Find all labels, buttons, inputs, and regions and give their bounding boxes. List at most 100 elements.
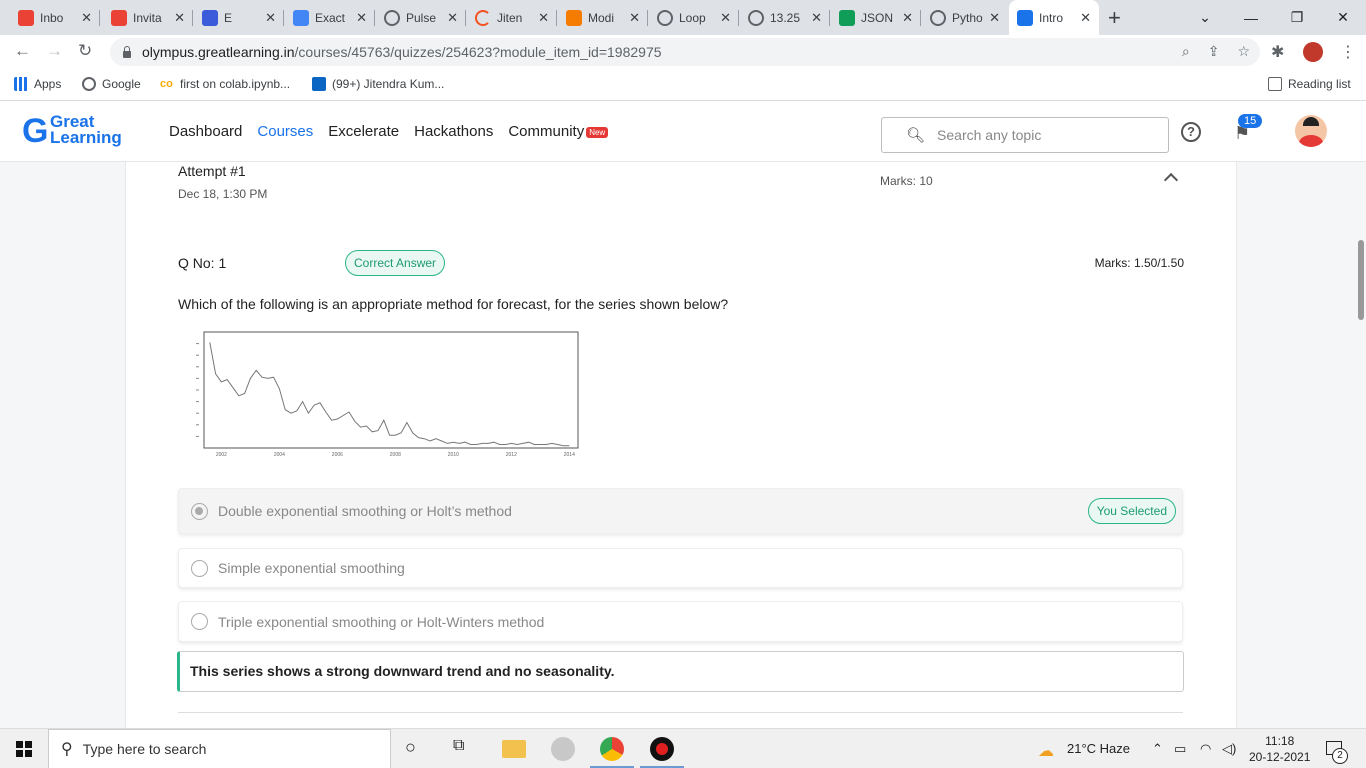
address-bar[interactable]: olympus.greatlearning.in/courses/45763/q… xyxy=(110,38,1260,66)
tab-close-icon[interactable]: ✕ xyxy=(81,10,92,26)
profile-avatar-mini[interactable] xyxy=(1303,42,1323,62)
browser-tab[interactable]: Invita ✕ xyxy=(103,0,193,35)
tab-title: Loop xyxy=(679,10,706,25)
task-view-icon[interactable]: ⧉ xyxy=(453,737,477,761)
browser-tab[interactable]: Intro ✕ xyxy=(1009,0,1099,35)
tab-title: Jiten xyxy=(497,10,523,25)
nav-community[interactable]: Community New xyxy=(508,123,609,140)
new-tab-button[interactable]: + xyxy=(1108,5,1121,31)
tab-close-icon[interactable]: ✕ xyxy=(538,10,549,26)
battery-icon[interactable]: ▭ xyxy=(1174,741,1186,757)
bookmark-star-icon[interactable]: ☆ xyxy=(1237,43,1250,60)
browser-tab[interactable]: E ✕ xyxy=(194,0,284,35)
reading-list-icon xyxy=(1268,77,1282,91)
tab-close-icon[interactable]: ✕ xyxy=(174,10,185,26)
bookmark-linkedin[interactable]: (99+) Jitendra Kum... xyxy=(312,77,444,91)
hp-icon[interactable] xyxy=(551,737,575,761)
spinner-icon xyxy=(475,9,491,26)
globe-icon xyxy=(930,9,946,26)
system-clock[interactable]: 11:18 20-12-2021 xyxy=(1249,733,1310,765)
gmail-icon xyxy=(111,9,127,26)
tab-close-icon[interactable]: ✕ xyxy=(811,10,822,26)
radio-icon[interactable] xyxy=(191,613,208,630)
tab-separator xyxy=(738,10,739,26)
site-header: G Great Learning Dashboard Courses Excel… xyxy=(0,102,1366,162)
weather-text[interactable]: 21°C Haze xyxy=(1067,741,1130,756)
browser-tab[interactable]: 13.25 ✕ xyxy=(740,0,830,35)
close-window-button[interactable]: ✕ xyxy=(1320,0,1366,35)
bookmark-colab[interactable]: co first on colab.ipynb... xyxy=(160,77,290,91)
back-arrow-icon[interactable]: ← xyxy=(14,41,31,61)
cortana-icon[interactable]: ○ xyxy=(405,737,429,761)
tab-close-icon[interactable]: ✕ xyxy=(902,10,913,26)
tab-close-icon[interactable]: ✕ xyxy=(356,10,367,26)
new-badge: New xyxy=(586,126,609,138)
wifi-icon[interactable]: ◠ xyxy=(1200,741,1211,757)
great-learning-logo[interactable]: G Great Learning xyxy=(22,112,132,152)
option-3[interactable]: Triple exponential smoothing or Holt-Win… xyxy=(178,601,1183,642)
browser-tab[interactable]: Inbo ✕ xyxy=(10,0,100,35)
browser-tab[interactable]: Loop ✕ xyxy=(649,0,739,35)
tab-separator xyxy=(283,10,284,26)
nav-hackathons[interactable]: Hackathons xyxy=(414,123,493,140)
chrome-menu-icon[interactable]: ⋮ xyxy=(1340,42,1356,62)
topic-search-input[interactable]: 🔍︎ Search any topic xyxy=(881,117,1169,153)
browser-tab[interactable]: Jiten ✕ xyxy=(467,0,557,35)
notification-count: 2 xyxy=(1332,748,1348,764)
option-1[interactable]: Double exponential smoothing or Holt’s m… xyxy=(178,488,1183,534)
bookmark-apps[interactable]: Apps xyxy=(14,77,61,91)
volume-icon[interactable]: ◁) xyxy=(1222,741,1236,757)
globe-icon xyxy=(657,9,673,26)
browser-tab[interactable]: JSON ✕ xyxy=(831,0,921,35)
tab-close-icon[interactable]: ✕ xyxy=(629,10,640,26)
recorder-icon[interactable] xyxy=(640,737,684,768)
attempt-marks: Marks: 10 xyxy=(880,174,933,188)
tab-separator xyxy=(556,10,557,26)
browser-tab[interactable]: Pytho ✕ xyxy=(922,0,1008,35)
tab-close-icon[interactable]: ✕ xyxy=(447,10,458,26)
radio-selected-icon[interactable] xyxy=(191,502,208,520)
nav-courses[interactable]: Courses xyxy=(257,123,313,140)
extensions-puzzle-icon[interactable]: ✱ xyxy=(1271,42,1284,62)
logo-g-icon: G xyxy=(22,112,49,150)
series-line xyxy=(209,342,570,447)
x-tick-label: 2010 xyxy=(448,452,459,456)
bookmark-label: (99+) Jitendra Kum... xyxy=(332,77,445,91)
restore-button[interactable]: ❐ xyxy=(1274,0,1320,35)
forward-arrow-icon[interactable]: → xyxy=(46,41,63,61)
x-tick-label: 2014 xyxy=(564,452,575,456)
minimize-button[interactable]: — xyxy=(1228,0,1274,35)
question-number: Q No: 1 xyxy=(178,255,227,271)
windows-start-icon[interactable] xyxy=(16,741,32,757)
tab-separator xyxy=(829,10,830,26)
tab-separator xyxy=(465,10,466,26)
radio-icon[interactable] xyxy=(191,559,208,577)
tab-search-chevron-icon[interactable]: ⌄ xyxy=(1182,0,1228,35)
help-icon[interactable]: ? xyxy=(1181,122,1201,142)
browser-tab[interactable]: Modi ✕ xyxy=(558,0,648,35)
tab-close-icon[interactable]: ✕ xyxy=(265,10,276,26)
taskbar-search-input[interactable]: ⚲ Type here to search xyxy=(48,729,391,768)
tab-close-icon[interactable]: ✕ xyxy=(1080,10,1091,26)
option-2[interactable]: Simple exponential smoothing xyxy=(178,548,1183,588)
tab-title: Modi xyxy=(588,10,615,25)
chrome-icon[interactable] xyxy=(590,737,634,768)
file-explorer-icon[interactable] xyxy=(502,740,526,758)
option-label: Double exponential smoothing or Holt’s m… xyxy=(218,503,512,519)
page-scrollbar[interactable] xyxy=(1358,240,1364,320)
reading-list-button[interactable]: Reading list xyxy=(1268,77,1351,91)
bookmark-google[interactable]: Google xyxy=(82,77,141,91)
user-avatar[interactable] xyxy=(1295,115,1327,147)
browser-tab[interactable]: Exact ✕ xyxy=(285,0,375,35)
weather-icon[interactable]: ☁ xyxy=(1038,741,1054,761)
tray-chevron-icon[interactable]: ⌃ xyxy=(1152,741,1163,757)
nav-dashboard[interactable]: Dashboard xyxy=(169,123,242,140)
search-icon: ⚲ xyxy=(61,741,73,758)
share-icon[interactable]: ⇪ xyxy=(1208,43,1220,60)
tab-close-icon[interactable]: ✕ xyxy=(989,10,1000,26)
zoom-icon[interactable]: ⌕ xyxy=(1182,43,1190,60)
reload-icon[interactable]: ↻ xyxy=(78,41,92,61)
tab-close-icon[interactable]: ✕ xyxy=(720,10,731,26)
browser-tab[interactable]: Pulse ✕ xyxy=(376,0,466,35)
nav-excelerate[interactable]: Excelerate xyxy=(328,123,399,140)
